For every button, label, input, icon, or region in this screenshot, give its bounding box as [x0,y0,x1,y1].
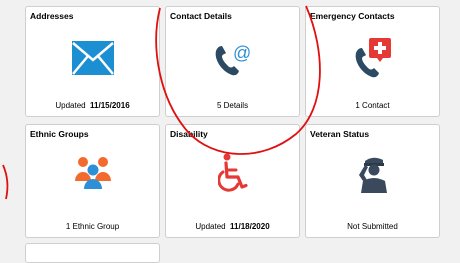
tile-partial[interactable] [25,243,160,263]
tile-status: Not Submitted [347,222,398,231]
tile-title: Disability [170,129,208,139]
tile-title: Veteran Status [310,129,370,139]
phone-medical-icon [351,35,395,79]
tile-contact-details[interactable]: Contact Details @ 5 Details [165,6,300,117]
tile-ethnic-groups[interactable]: Ethnic Groups 1 Ethnic Group [25,124,160,238]
tile-title: Addresses [30,11,74,21]
tile-title: Ethnic Groups [30,129,89,139]
tile-addresses[interactable]: Addresses Updated 11/15/2016 [25,6,160,117]
tile-status: 1 Contact [355,101,390,110]
saluting-soldier-icon [355,153,391,193]
envelope-icon [71,41,114,75]
tile-emergency-contacts[interactable]: Emergency Contacts 1 Contact [305,6,440,117]
svg-text:@: @ [233,43,251,63]
phone-email-icon: @ [211,37,255,79]
tile-title: Emergency Contacts [310,11,395,21]
profile-tiles-page: { "tiles": [ {"title": "Addresses", "sta… [0,0,460,263]
tile-title: Contact Details [170,11,232,21]
tile-disability[interactable]: Disability Updated 11/18/2020 [165,124,300,238]
tile-status: 5 Details [216,101,249,110]
wheelchair-icon [217,153,248,193]
tile-status: 1 Ethnic Group [65,222,120,231]
tile-veteran-status[interactable]: Veteran Status Not Submitted [305,124,440,238]
tile-status: Updated 11/18/2020 [195,222,270,231]
people-group-icon [73,155,113,189]
tile-status: Updated 11/15/2016 [55,101,130,110]
annotation-arc [2,164,9,200]
